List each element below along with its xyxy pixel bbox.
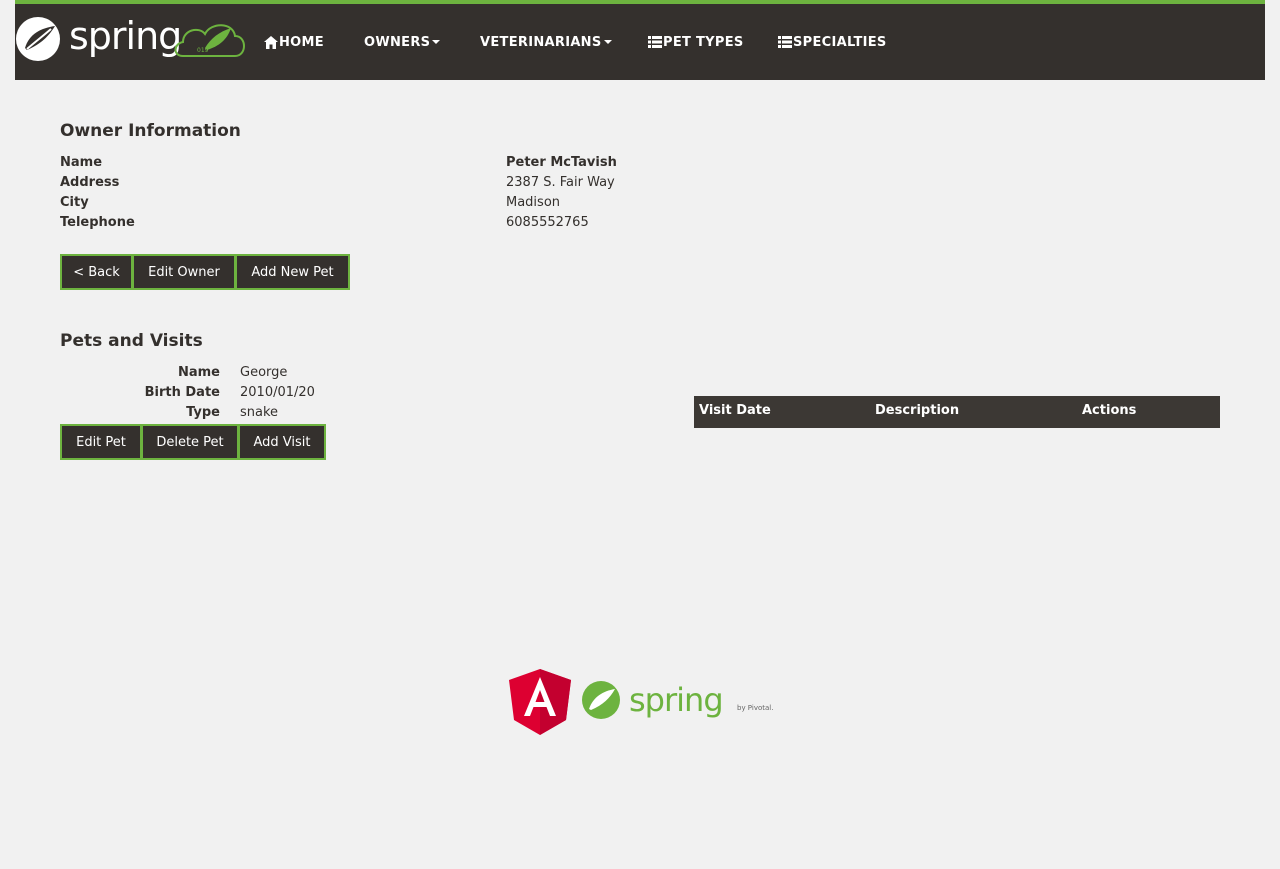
angular-logo (509, 669, 571, 735)
edit-owner-button[interactable]: Edit Owner (132, 254, 236, 290)
pet-name-value: George (240, 365, 288, 380)
nav-specialties[interactable]: SPECIALTIES (778, 34, 887, 50)
owner-address-value: 2387 S. Fair Way (506, 175, 615, 190)
nav-pet-types[interactable]: PET TYPES (648, 34, 744, 50)
visits-table-header: Visit Date Description Actions (694, 396, 1220, 428)
nav-owners-label: OWNERS (364, 34, 431, 50)
owner-name-value: Peter McTavish (506, 155, 617, 170)
svg-text:019: 019 (197, 47, 209, 54)
description-column-header: Description (875, 403, 960, 418)
owner-information-heading: Owner Information (60, 121, 241, 141)
caret-down-icon (432, 40, 441, 44)
nav-pet-types-label: PET TYPES (663, 34, 744, 50)
delete-pet-button[interactable]: Delete Pet (141, 424, 239, 460)
pet-type-value: snake (240, 405, 279, 420)
pets-and-visits-heading: Pets and Visits (60, 331, 203, 351)
pet-birth-date-value: 2010/01/20 (240, 385, 315, 400)
owner-address-label: Address (60, 175, 120, 190)
owner-city-value: Madison (506, 195, 561, 210)
owner-telephone-value: 6085552765 (506, 215, 589, 230)
owner-city-label: City (60, 195, 89, 210)
caret-down-icon (603, 40, 612, 44)
spring-footer-logo: spring by Pivotal. (582, 681, 773, 719)
list-icon (778, 36, 792, 48)
owner-telephone-label: Telephone (60, 215, 135, 230)
home-icon (264, 35, 278, 49)
nav-home-label: HOME (279, 34, 324, 50)
pet-type-label: Type (186, 405, 220, 420)
pet-name-label: Name (177, 365, 220, 380)
actions-column-header: Actions (1082, 403, 1137, 418)
nav-owners[interactable]: OWNERS (364, 34, 441, 50)
add-visit-button[interactable]: Add Visit (238, 424, 326, 460)
edit-pet-button[interactable]: Edit Pet (60, 424, 142, 460)
nav-home[interactable]: HOME (264, 34, 324, 50)
add-new-pet-button[interactable]: Add New Pet (235, 254, 350, 290)
svg-text:by Pivotal.: by Pivotal. (737, 704, 773, 712)
svg-text:spring: spring (69, 14, 181, 58)
svg-text:spring: spring (629, 681, 723, 719)
nav-specialties-label: SPECIALTIES (793, 34, 887, 50)
visit-date-column-header: Visit Date (699, 403, 771, 418)
spring-logo[interactable]: spring 019 (15, 14, 245, 64)
footer-logos: spring by Pivotal. (508, 668, 782, 736)
nav-veterinarians-label: VETERINARIANS (480, 34, 602, 50)
owner-name-label: Name (60, 155, 103, 170)
back-button[interactable]: < Back (60, 254, 133, 290)
list-icon (648, 36, 662, 48)
pet-birth-date-label: Birth Date (144, 385, 220, 400)
nav-veterinarians[interactable]: VETERINARIANS (480, 34, 612, 50)
navbar: spring 019 HOME OWNERS VETERINARIANS PET… (15, 0, 1265, 80)
